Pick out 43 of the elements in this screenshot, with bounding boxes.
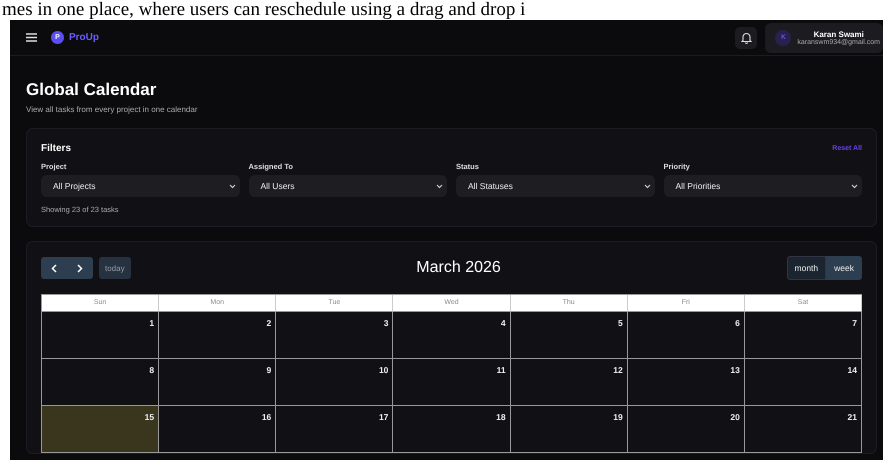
day-cell[interactable]: 9 xyxy=(159,359,276,406)
chevron-down-icon xyxy=(644,184,650,188)
filter-dropdown[interactable]: All Statuses xyxy=(456,175,654,197)
day-cell[interactable]: 2 xyxy=(159,312,276,359)
chevron-right-icon xyxy=(77,264,83,272)
chevron-down-icon xyxy=(228,184,236,188)
page-subtitle: View all tasks from every project in one calendar xyxy=(26,105,198,114)
day-cell[interactable]: 10 xyxy=(276,359,394,406)
page-title: Global Calendar xyxy=(26,80,158,100)
notification-button[interactable] xyxy=(735,26,758,48)
calendar-title: March 2026 xyxy=(416,259,501,277)
view-tab[interactable]: week xyxy=(826,256,862,280)
day-cell[interactable]: 16 xyxy=(159,406,276,453)
menu-icon[interactable] xyxy=(26,33,37,42)
day-cell[interactable]: 20 xyxy=(628,406,745,453)
filter-dropdown[interactable]: All Priorities xyxy=(664,175,862,197)
day-cell[interactable]: 1 xyxy=(42,312,160,359)
day-cell[interactable]: 6 xyxy=(628,312,745,359)
today-button[interactable]: today xyxy=(99,257,131,279)
day-cell[interactable]: 11 xyxy=(393,359,511,406)
view-tab[interactable]: month xyxy=(786,256,826,280)
chevron-left-icon xyxy=(51,264,57,272)
filter-dropdown[interactable]: All Projects xyxy=(41,175,240,197)
day-cell[interactable]: 5 xyxy=(510,312,628,359)
filters-title: Filters xyxy=(41,143,72,154)
caption-text: mes in one place, where users can reschedule using a drag and drop i xyxy=(1,0,526,20)
filter-dropdown[interactable]: All Users xyxy=(248,175,447,197)
day-cell[interactable]: 18 xyxy=(393,406,511,453)
day-cell[interactable]: 15 xyxy=(42,406,160,453)
day-cell[interactable]: 13 xyxy=(628,359,745,406)
app-name[interactable]: ProUp xyxy=(69,32,99,43)
chevron-down-icon xyxy=(851,184,858,188)
day-cell[interactable]: 14 xyxy=(744,359,862,406)
user-name: Karan Swami xyxy=(814,30,864,38)
day-cell[interactable]: 12 xyxy=(510,359,628,406)
bell-icon xyxy=(740,32,752,44)
day-cell[interactable]: 3 xyxy=(276,312,394,359)
day-cell[interactable]: 19 xyxy=(510,406,628,453)
day-cell[interactable]: 21 xyxy=(744,406,862,453)
chevron-down-icon xyxy=(436,184,443,188)
day-cell[interactable]: 4 xyxy=(393,312,511,359)
day-cell[interactable]: 17 xyxy=(276,406,394,453)
day-cell[interactable]: 7 xyxy=(744,312,862,359)
